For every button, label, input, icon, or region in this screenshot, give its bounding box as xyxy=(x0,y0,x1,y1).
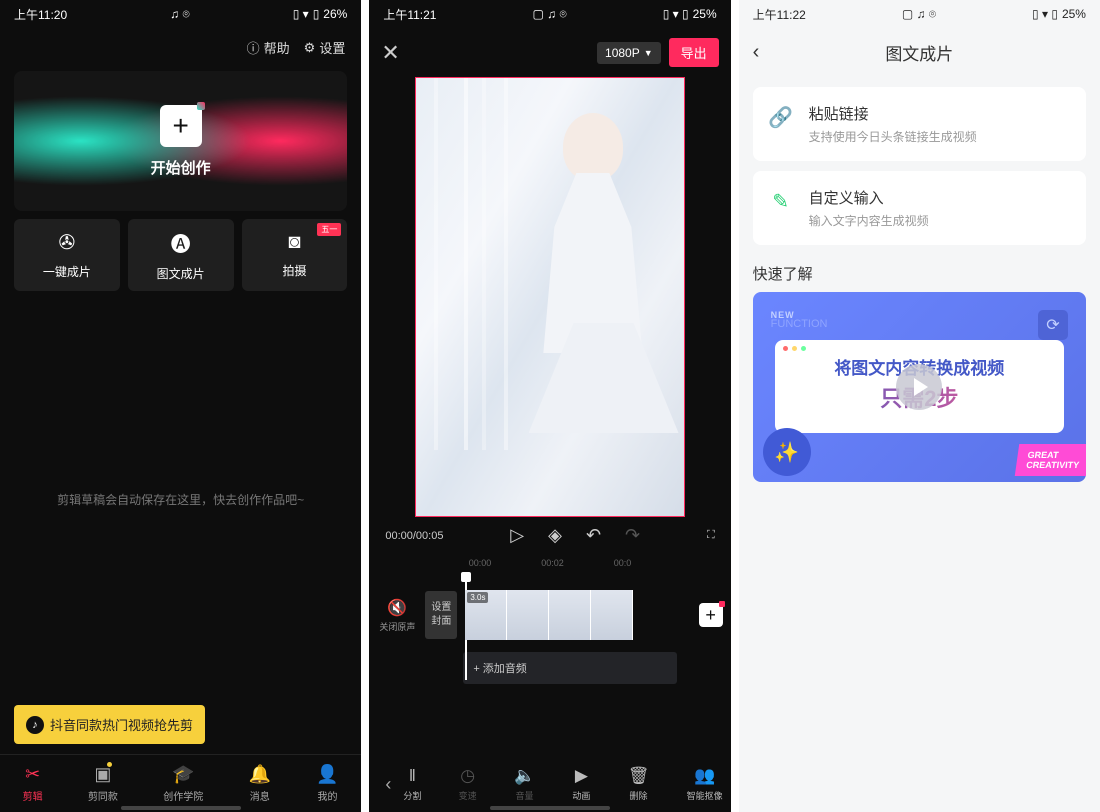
film-reel-icon: ✇ xyxy=(59,230,76,255)
status-bar: 上午11:21 ▢ ♫ ⌾ ▯ ▾ ▯ 25% xyxy=(369,0,730,28)
fullscreen-button[interactable]: ⛶ xyxy=(707,529,715,542)
cover-button[interactable]: 设置 封面 xyxy=(425,591,457,639)
promo-banner[interactable]: NEW FUNCTION ⟳ 将图文内容转换成视频 只需2步 GREAT CRE… xyxy=(753,292,1086,482)
keyframe-button[interactable]: ◈ xyxy=(548,525,562,546)
empty-hint: 剪辑草稿会自动保存在这里，快去创作作品吧~ xyxy=(0,491,361,508)
tool-split[interactable]: ‖分割 xyxy=(403,766,421,802)
nav-messages[interactable]: 🔔消息 xyxy=(249,764,271,803)
create-hero[interactable]: + 开始创作 xyxy=(14,71,347,211)
status-time: 上午11:22 xyxy=(753,6,806,23)
douyin-icon: ♪ xyxy=(26,716,44,734)
tile-camera[interactable]: 五一 ◙ 拍摄 xyxy=(242,219,348,291)
animation-icon: ▶ xyxy=(575,766,588,786)
card-custom-input[interactable]: ✎ 自定义输入 输入文字内容生成视频 xyxy=(753,171,1086,245)
playback-bar: 00:00/00:05 ▷ ◈ ↶ ↷ ⛶ xyxy=(369,517,730,554)
status-time: 上午11:21 xyxy=(383,6,436,23)
nav-templates[interactable]: ▣剪同款 xyxy=(88,764,118,803)
text-page-icon: 🅐 xyxy=(171,228,191,257)
plus-icon: + xyxy=(160,105,202,147)
camera-icon: ◙ xyxy=(288,231,300,254)
edit-toolbar: ‹ ‖分割 ◷变速 🔈音量 ▶动画 🗑删除 👥智能抠像 xyxy=(369,766,730,802)
graduation-icon: 🎓 xyxy=(172,764,194,785)
battery-icon: ▯ xyxy=(313,7,320,21)
help-button[interactable]: ⓘ 帮助 xyxy=(247,38,290,57)
bell-icon: 🔔 xyxy=(249,764,271,785)
battery-text: 26% xyxy=(323,7,347,21)
add-clip-button[interactable]: + xyxy=(699,603,723,627)
page-header: ‹ 图文成片 xyxy=(739,28,1100,77)
home-indicator xyxy=(490,806,610,810)
clip-strip[interactable]: 3.0s xyxy=(465,590,684,640)
export-button[interactable]: 导出 xyxy=(669,38,719,67)
nav-profile[interactable]: 👤我的 xyxy=(316,764,338,803)
tile-text-to-video[interactable]: 🅐 图文成片 xyxy=(128,219,234,291)
speaker-icon: 🔇 xyxy=(387,598,407,618)
scissors-icon: ✂ xyxy=(25,764,40,785)
tool-volume[interactable]: 🔈音量 xyxy=(514,766,535,802)
signal-icon: ▯ ▾ xyxy=(293,7,309,21)
close-button[interactable]: ✕ xyxy=(381,40,399,66)
play-button[interactable]: ▷ xyxy=(510,525,524,546)
nav-academy[interactable]: 🎓创作学院 xyxy=(163,764,203,803)
resolution-selector[interactable]: 1080P ▼ xyxy=(597,42,661,64)
tile-oneclick[interactable]: ✇ 一键成片 xyxy=(14,219,120,291)
tool-animation[interactable]: ▶动画 xyxy=(572,766,590,802)
undo-button[interactable]: ↶ xyxy=(586,525,601,546)
volume-icon: 🔈 xyxy=(514,766,535,786)
notch-icon: ♫ ⌾ xyxy=(170,7,190,22)
create-label: 开始创作 xyxy=(151,157,211,178)
quick-tiles: ✇ 一键成片 🅐 图文成片 五一 ◙ 拍摄 xyxy=(0,219,361,291)
cutout-icon: 👥 xyxy=(694,766,715,786)
mute-toggle[interactable]: 🔇 关闭原声 xyxy=(377,598,417,633)
tool-cutout[interactable]: 👥智能抠像 xyxy=(687,766,723,802)
trash-icon: 🗑 xyxy=(628,766,650,786)
play-icon xyxy=(896,364,942,410)
home-screen: 上午11:20 ♫ ⌾ ▯ ▾ ▯ 26% ⓘ 帮助 ⚙ 设置 + 开始创作 ✇… xyxy=(0,0,361,812)
speed-icon: ◷ xyxy=(460,766,475,786)
section-quick-learn: 快速了解 xyxy=(753,263,1086,284)
template-icon: ▣ xyxy=(94,764,111,785)
split-icon: ‖ xyxy=(409,766,416,786)
sparkle-coin-icon xyxy=(763,428,811,476)
link-icon: 🔗 xyxy=(767,103,795,131)
editor-screen: 上午11:21 ▢ ♫ ⌾ ▯ ▾ ▯ 25% ✕ 1080P ▼ 导出 00:… xyxy=(369,0,730,812)
tool-delete[interactable]: 🗑删除 xyxy=(628,766,650,802)
page-title: 图文成片 xyxy=(753,40,1086,65)
redo-button[interactable]: ↷ xyxy=(625,525,640,546)
promo-footer: GREAT CREATIVITY xyxy=(1015,444,1086,476)
chevron-down-icon: ▼ xyxy=(644,48,653,58)
nav-edit[interactable]: ✂剪辑 xyxy=(23,764,43,803)
home-indicator xyxy=(121,806,241,810)
toolbar-back-button[interactable]: ‹ xyxy=(377,774,399,795)
status-time: 上午11:20 xyxy=(14,6,67,23)
text-to-video-screen: 上午11:22 ▢ ♫ ⌾ ▯ ▾ ▯ 25% ‹ 图文成片 🔗 粘贴链接 支持… xyxy=(739,0,1100,812)
editor-topbar: ✕ 1080P ▼ 导出 xyxy=(369,28,730,77)
time-display: 00:00/00:05 xyxy=(385,530,443,542)
top-actions: ⓘ 帮助 ⚙ 设置 xyxy=(0,28,361,63)
status-bar: 上午11:20 ♫ ⌾ ▯ ▾ ▯ 26% xyxy=(0,0,361,28)
card-paste-link[interactable]: 🔗 粘贴链接 支持使用今日头条链接生成视频 xyxy=(753,87,1086,161)
timeline-ruler: 00:00 00:02 00:0 xyxy=(369,554,730,572)
bottom-nav: ✂剪辑 ▣剪同款 🎓创作学院 🔔消息 👤我的 xyxy=(0,754,361,812)
promo-badge: 五一 xyxy=(317,223,341,236)
video-preview[interactable] xyxy=(415,77,685,517)
timeline-track[interactable]: 🔇 关闭原声 设置 封面 3.0s + xyxy=(369,572,730,648)
douyin-toast[interactable]: ♪ 抖音同款热门视频抢先剪 xyxy=(14,705,205,744)
status-bar: 上午11:22 ▢ ♫ ⌾ ▯ ▾ ▯ 25% xyxy=(739,0,1100,28)
edit-icon: ✎ xyxy=(767,187,795,215)
refresh-icon: ⟳ xyxy=(1038,310,1068,340)
gear-icon: ⚙ xyxy=(304,40,316,56)
add-audio-button[interactable]: + 添加音频 xyxy=(463,652,676,684)
tool-speed[interactable]: ◷变速 xyxy=(459,766,477,802)
help-icon: ⓘ xyxy=(247,38,260,57)
settings-button[interactable]: ⚙ 设置 xyxy=(304,38,346,57)
person-icon: 👤 xyxy=(316,764,338,785)
